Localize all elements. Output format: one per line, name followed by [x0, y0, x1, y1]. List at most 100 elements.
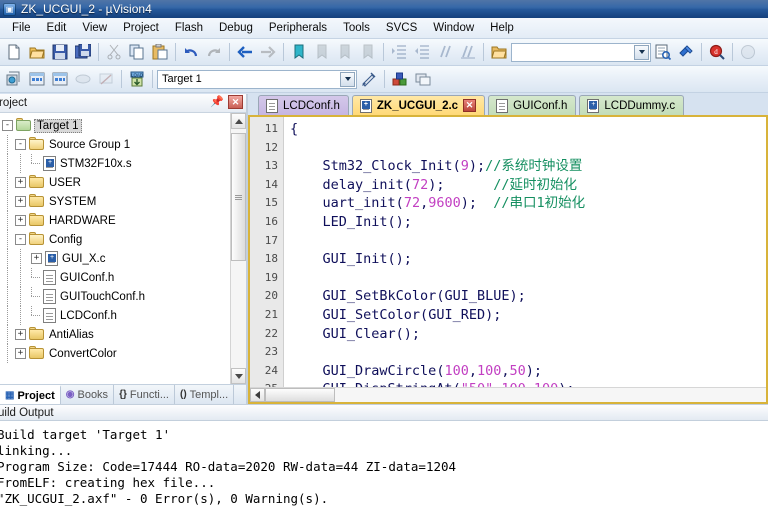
document-tab-guiconf-h[interactable]: GUIConf.h	[488, 95, 577, 116]
code-editor-body[interactable]: 11 12 13 14 15 16 17 18 19 20 21 22 23 24 25 { Stm32_C…	[250, 117, 766, 387]
tree-item[interactable]: - Target 1	[2, 116, 230, 135]
toolbar-separator	[175, 43, 176, 61]
open-folder-icon[interactable]	[488, 42, 510, 63]
build-icon[interactable]	[26, 69, 48, 90]
code-token-pun: );	[468, 158, 486, 175]
find-combo[interactable]	[511, 42, 651, 62]
bookmark-next-icon[interactable]	[334, 42, 356, 63]
copy-icon[interactable]	[126, 42, 148, 63]
paste-icon[interactable]	[149, 42, 171, 63]
menu-window[interactable]: Window	[425, 20, 482, 36]
hscrollbar-track[interactable]	[335, 388, 766, 402]
tree-item[interactable]: + ConvertColor	[2, 344, 230, 363]
tree-expand-toggle[interactable]: +	[15, 177, 26, 188]
scrollbar-track[interactable]	[231, 129, 246, 368]
tree-expand-toggle[interactable]: +	[15, 196, 26, 207]
scroll-down-arrow-icon[interactable]	[231, 368, 246, 384]
document-tab-lcdconf-h[interactable]: LCDConf.h	[258, 95, 349, 116]
tree-item[interactable]: LCDConf.h	[2, 306, 230, 325]
tree-collapse-toggle[interactable]: -	[2, 120, 13, 131]
uncomment-icon[interactable]	[457, 42, 479, 63]
save-all-icon[interactable]	[72, 42, 94, 63]
tree-item[interactable]: GUIConf.h	[2, 268, 230, 287]
editor-horizontal-scrollbar[interactable]	[250, 387, 766, 402]
tree-item[interactable]: + USER	[2, 173, 230, 192]
bookmark-find-icon[interactable]	[675, 42, 697, 63]
project-tab-functi[interactable]: {} Functi...	[114, 385, 175, 404]
menu-flash[interactable]: Flash	[167, 20, 211, 36]
tree-item[interactable]: + SYSTEM	[2, 192, 230, 211]
debug-magnifier-icon[interactable]: d	[706, 42, 728, 63]
menu-file[interactable]: File	[4, 20, 39, 36]
close-icon[interactable]: ✕	[228, 95, 243, 109]
project-tree[interactable]: -Target 1-Source Group 1STM32F10x.s+USER…	[0, 113, 230, 384]
bookmark-toggle-icon[interactable]	[288, 42, 310, 63]
tree-expand-toggle[interactable]: +	[15, 215, 26, 226]
indent-icon[interactable]	[388, 42, 410, 63]
rebuild-all-icon[interactable]	[49, 69, 71, 90]
tree-item[interactable]: - Source Group 1	[2, 135, 230, 154]
project-tab-project[interactable]: ▦ Project	[0, 385, 61, 404]
help-icon[interactable]	[737, 42, 759, 63]
project-tab-books[interactable]: ◉ Books	[61, 385, 115, 404]
build-output-log[interactable]: Build target 'Target 1' linking... Program…	[0, 421, 768, 529]
manage-components-icon[interactable]	[389, 69, 411, 90]
tree-expand-toggle[interactable]: +	[15, 348, 26, 359]
chevron-down-icon[interactable]	[634, 44, 649, 60]
undo-icon[interactable]	[180, 42, 202, 63]
tree-item[interactable]: STM32F10x.s	[2, 154, 230, 173]
code-text[interactable]: { Stm32_Clock_Init(9);//系统时钟设置 delay_ini…	[284, 117, 766, 387]
tree-item[interactable]: GUITouchConf.h	[2, 287, 230, 306]
pin-icon[interactable]: 📌	[210, 96, 224, 108]
navigate-back-icon[interactable]	[234, 42, 256, 63]
batch-build-icon[interactable]	[72, 69, 94, 90]
tree-expand-toggle[interactable]: +	[15, 329, 26, 340]
target-select[interactable]: Target 1	[157, 69, 357, 89]
project-tree-scrollbar[interactable]	[230, 113, 246, 384]
hscrollbar-thumb[interactable]	[265, 388, 335, 402]
document-tab-lcddummy-c[interactable]: LCDDummy.c	[579, 95, 685, 116]
code-line: LED_Init();	[290, 213, 766, 232]
project-tab-templ[interactable]: () Templ...	[175, 385, 235, 404]
comment-icon[interactable]	[434, 42, 456, 63]
find-in-files-icon[interactable]	[652, 42, 674, 63]
scrollbar-thumb[interactable]	[231, 133, 246, 261]
menu-help[interactable]: Help	[482, 20, 522, 36]
bookmark-clear-icon[interactable]	[357, 42, 379, 63]
tree-item[interactable]: + HARDWARE	[2, 211, 230, 230]
menu-tools[interactable]: Tools	[335, 20, 378, 36]
menu-project[interactable]: Project	[115, 20, 167, 36]
project-panel: roject 📌 ✕ -Target 1-Source Group 1STM32…	[0, 94, 248, 404]
tree-guide-line	[7, 287, 8, 306]
tree-item[interactable]: - Config	[2, 230, 230, 249]
cut-icon[interactable]	[103, 42, 125, 63]
code-line: GUI_Clear();	[290, 325, 766, 344]
tree-expand-toggle[interactable]: +	[31, 253, 42, 264]
load-download-icon[interactable]: LOAD	[126, 69, 148, 90]
tree-collapse-toggle[interactable]: -	[15, 234, 26, 245]
scroll-up-arrow-icon[interactable]	[231, 113, 246, 129]
document-tab-zk_ucgui_2-c[interactable]: ZK_UCGUI_2.c ✕	[351, 95, 486, 116]
open-file-icon[interactable]	[26, 42, 48, 63]
new-file-icon[interactable]	[3, 42, 25, 63]
tab-close-icon[interactable]: ✕	[463, 99, 477, 113]
menu-debug[interactable]: Debug	[211, 20, 261, 36]
manage-project-items-icon[interactable]	[412, 69, 434, 90]
save-icon[interactable]	[49, 42, 71, 63]
redo-icon[interactable]	[203, 42, 225, 63]
tree-item[interactable]: + GUI_X.c	[2, 249, 230, 268]
menu-view[interactable]: View	[74, 20, 115, 36]
menu-edit[interactable]: Edit	[39, 20, 75, 36]
stop-build-icon[interactable]	[95, 69, 117, 90]
translate-icon[interactable]	[3, 69, 25, 90]
menu-svcs[interactable]: SVCS	[378, 20, 425, 36]
chevron-down-icon[interactable]	[340, 71, 355, 87]
outdent-icon[interactable]	[411, 42, 433, 63]
menu-peripherals[interactable]: Peripherals	[261, 20, 335, 36]
navigate-forward-icon[interactable]	[257, 42, 279, 63]
tree-item[interactable]: + AntiAlias	[2, 325, 230, 344]
bookmark-prev-icon[interactable]	[311, 42, 333, 63]
scroll-left-arrow-icon[interactable]	[250, 388, 265, 402]
target-options-icon[interactable]	[358, 69, 380, 90]
tree-collapse-toggle[interactable]: -	[15, 139, 26, 150]
